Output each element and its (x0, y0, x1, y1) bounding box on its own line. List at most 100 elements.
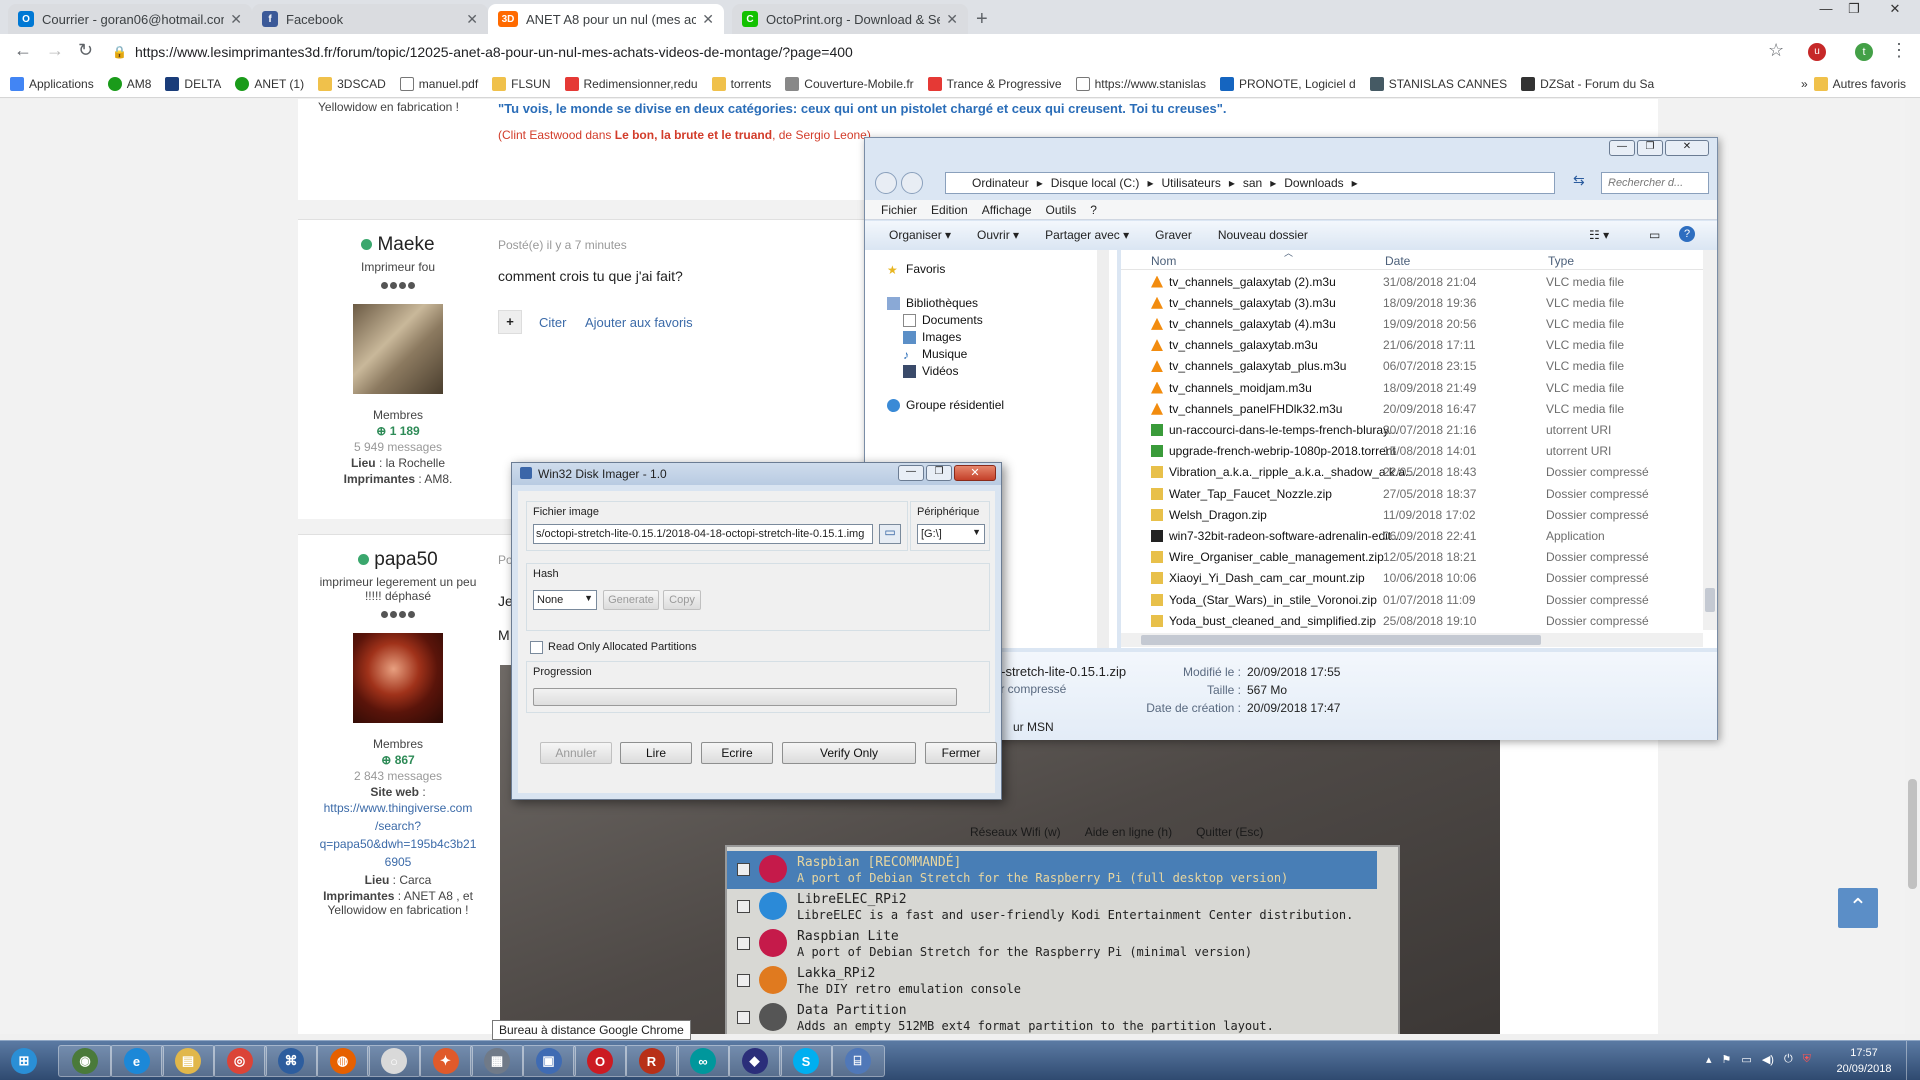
minimize-icon[interactable]: — (1609, 140, 1635, 156)
menu-outils[interactable]: Outils (1046, 203, 1077, 217)
taskbar-button[interactable]: O (573, 1045, 627, 1077)
back-to-top-button[interactable]: ⌃ (1838, 888, 1878, 928)
bookmark-folder[interactable]: 3DSCAD (318, 76, 386, 91)
volume-icon[interactable]: ◀) (1762, 1053, 1774, 1066)
nav-favoris[interactable]: ★ Favoris (887, 262, 945, 277)
minimize-icon[interactable]: — (898, 465, 924, 481)
bookmark-item[interactable]: AM8 (107, 76, 151, 91)
taskbar-button[interactable]: ◎ (212, 1045, 267, 1077)
multiquote-plus-icon[interactable]: + (498, 310, 522, 334)
menu-help[interactable]: ? (1090, 203, 1097, 217)
bookmark-item[interactable]: Applications (10, 76, 94, 91)
bookmark-item[interactable]: PRONOTE, Logiciel d (1219, 76, 1356, 91)
bookmark-item[interactable]: Redimensionner,redu (564, 76, 698, 91)
taskbar-button[interactable]: R (624, 1045, 679, 1077)
file-row[interactable]: tv_channels_panelFHDlk32.m3u 20/09/2018 1… (1151, 398, 1705, 419)
nav-msn-fragment[interactable]: ur MSN (1013, 720, 1054, 734)
bookmark-folder[interactable]: Autres favoris (1813, 76, 1906, 91)
menu-affichage[interactable]: Affichage (982, 203, 1032, 217)
scrollbar-thumb[interactable] (1141, 635, 1541, 645)
menu-kebab-icon[interactable]: ⋮ (1890, 40, 1908, 61)
read-only-checkbox[interactable] (530, 641, 543, 654)
taskbar-button[interactable]: ◆ (727, 1045, 782, 1077)
taskbar-button[interactable]: ⌸ (830, 1045, 885, 1077)
bookmark-item[interactable]: manuel.pdf (399, 76, 478, 91)
taskbar-button[interactable]: ◍ (315, 1045, 370, 1077)
taskbar-button[interactable]: ∞ (676, 1045, 730, 1077)
bookmark-item[interactable]: https://www.stanislas (1075, 76, 1206, 91)
generate-button[interactable]: Generate (603, 590, 659, 610)
bookmark-star-icon[interactable]: ☆ (1768, 40, 1784, 61)
taskbar-button[interactable]: ◉ (58, 1045, 112, 1077)
close-icon[interactable]: ✕ (466, 11, 478, 28)
file-row[interactable]: Vibration_a.k.a._ripple_a.k.a._shadow_a.… (1151, 462, 1705, 483)
taskbar-button[interactable]: ▣ (521, 1045, 576, 1077)
column-type[interactable]: Type (1548, 254, 1574, 268)
bookmark-item[interactable]: Trance & Progressive (927, 76, 1062, 91)
column-date[interactable]: Date (1385, 254, 1410, 268)
open-button[interactable]: Ouvrir ▾ (977, 228, 1019, 242)
file-row[interactable]: tv_channels_galaxytab_plus.m3u 06/07/2018… (1151, 356, 1705, 377)
close-icon[interactable]: ✕ (954, 465, 996, 481)
close-icon[interactable]: ✕ (230, 11, 242, 28)
taskbar-button[interactable]: ✦ (418, 1045, 473, 1077)
tray-arrow-icon[interactable]: ▴ (1706, 1053, 1712, 1066)
nav-groupe[interactable]: Groupe résidentiel (887, 398, 1004, 412)
extension-icon[interactable]: u (1808, 43, 1826, 61)
close-icon[interactable]: ✕ (1665, 140, 1709, 156)
file-row[interactable]: Water_Tap_Faucet_Nozzle.zip 27/05/2018 18… (1151, 483, 1705, 504)
close-icon[interactable]: ✕ (946, 11, 958, 28)
file-row[interactable]: Xiaoyi_Yi_Dash_cam_car_mount.zip 10/06/20… (1151, 568, 1705, 589)
file-row[interactable]: tv_channels_galaxytab (4).m3u 19/09/2018 … (1151, 313, 1705, 334)
author-name[interactable]: papa50 (298, 549, 498, 571)
avatar[interactable] (353, 304, 443, 394)
menu-fichier[interactable]: Fichier (881, 203, 917, 217)
minimize-icon[interactable]: — (1812, 0, 1840, 20)
taskbar-button[interactable]: ⌘ (264, 1045, 318, 1077)
hash-select[interactable]: None ▼ (533, 590, 597, 610)
author-name[interactable]: Maeke (298, 234, 498, 256)
browse-folder-icon[interactable]: ▭ (879, 524, 901, 544)
file-row[interactable]: Wire_Organiser_cable_management.zip 12/05… (1151, 547, 1705, 568)
taskbar-button[interactable]: ○ (367, 1045, 421, 1077)
nav-scrollbar[interactable] (1097, 250, 1109, 648)
tab-outlook[interactable]: O Courrier - goran06@hotmail.com ✕ (8, 4, 252, 34)
device-select[interactable]: [G:\] ▼ (917, 524, 985, 544)
copy-button[interactable]: Copy (663, 590, 701, 610)
preview-pane-icon[interactable]: ▭ (1649, 228, 1660, 242)
close-button[interactable]: Fermer (925, 742, 997, 764)
bookmarks-overflow-icon[interactable]: » (1801, 77, 1808, 91)
file-row[interactable]: Welsh_Dragon.zip 11/09/2018 17:02 Dossier … (1151, 504, 1705, 525)
page-scrollbar[interactable] (1905, 99, 1920, 1034)
forward-icon[interactable]: → (46, 40, 64, 61)
bookmark-folder[interactable]: torrents (711, 76, 771, 91)
maximize-icon[interactable]: ❐ (1840, 0, 1868, 20)
taskbar-button[interactable]: ⊞ (0, 1045, 48, 1077)
close-icon[interactable]: ✕ (702, 11, 714, 28)
taskbar-button[interactable]: S (779, 1045, 833, 1077)
address-bar[interactable]: 🔒 https://www.lesimprimantes3d.fr/forum/… (112, 39, 1762, 65)
column-name[interactable]: Nom (1151, 254, 1176, 268)
file-row[interactable]: Yoda_bust_cleaned_and_simplified.zip 25/0… (1151, 610, 1705, 631)
nav-bibliotheques[interactable]: Bibliothèques (887, 296, 978, 310)
file-list-vscroll[interactable] (1703, 250, 1717, 630)
scrollbar-thumb[interactable] (1908, 779, 1917, 889)
avatar[interactable] (353, 633, 443, 723)
bookmark-folder[interactable]: FLSUN (492, 76, 551, 91)
taskbar-button[interactable]: e (109, 1045, 164, 1077)
explorer-breadcrumb[interactable]: Ordinateur ▸ Disque local (C:) ▸ Utilisate… (945, 172, 1555, 194)
file-row[interactable]: un-raccourci-dans-le-temps-french-bluray… (1151, 419, 1705, 440)
quote-link[interactable]: Citer (539, 315, 566, 330)
maximize-icon[interactable]: ❐ (926, 465, 952, 481)
tab-anet[interactable]: 3D ANET A8 pour un nul (mes achat ✕ (488, 4, 724, 34)
tab-facebook[interactable]: f Facebook ✕ (252, 4, 488, 34)
file-row[interactable]: tv_channels_moidjam.m3u 18/09/2018 21:49 V… (1151, 377, 1705, 398)
dialog-titlebar[interactable]: Win32 Disk Imager - 1.0 — ❐ ✕ (512, 463, 1001, 485)
nav-images[interactable]: Images (903, 330, 961, 344)
file-row[interactable]: Yoda_(Star_Wars)_in_stile_Voronoi.zip 01/… (1151, 589, 1705, 610)
bookmark-item[interactable]: DELTA (165, 76, 221, 91)
refresh-icon[interactable]: ⇆ (1573, 172, 1591, 194)
explorer-search-input[interactable]: Rechercher d... (1601, 172, 1709, 194)
antivirus-icon[interactable]: ⛨ (1803, 1053, 1811, 1066)
file-row[interactable]: tv_channels_galaxytab.m3u 21/06/2018 17:1… (1151, 335, 1705, 356)
